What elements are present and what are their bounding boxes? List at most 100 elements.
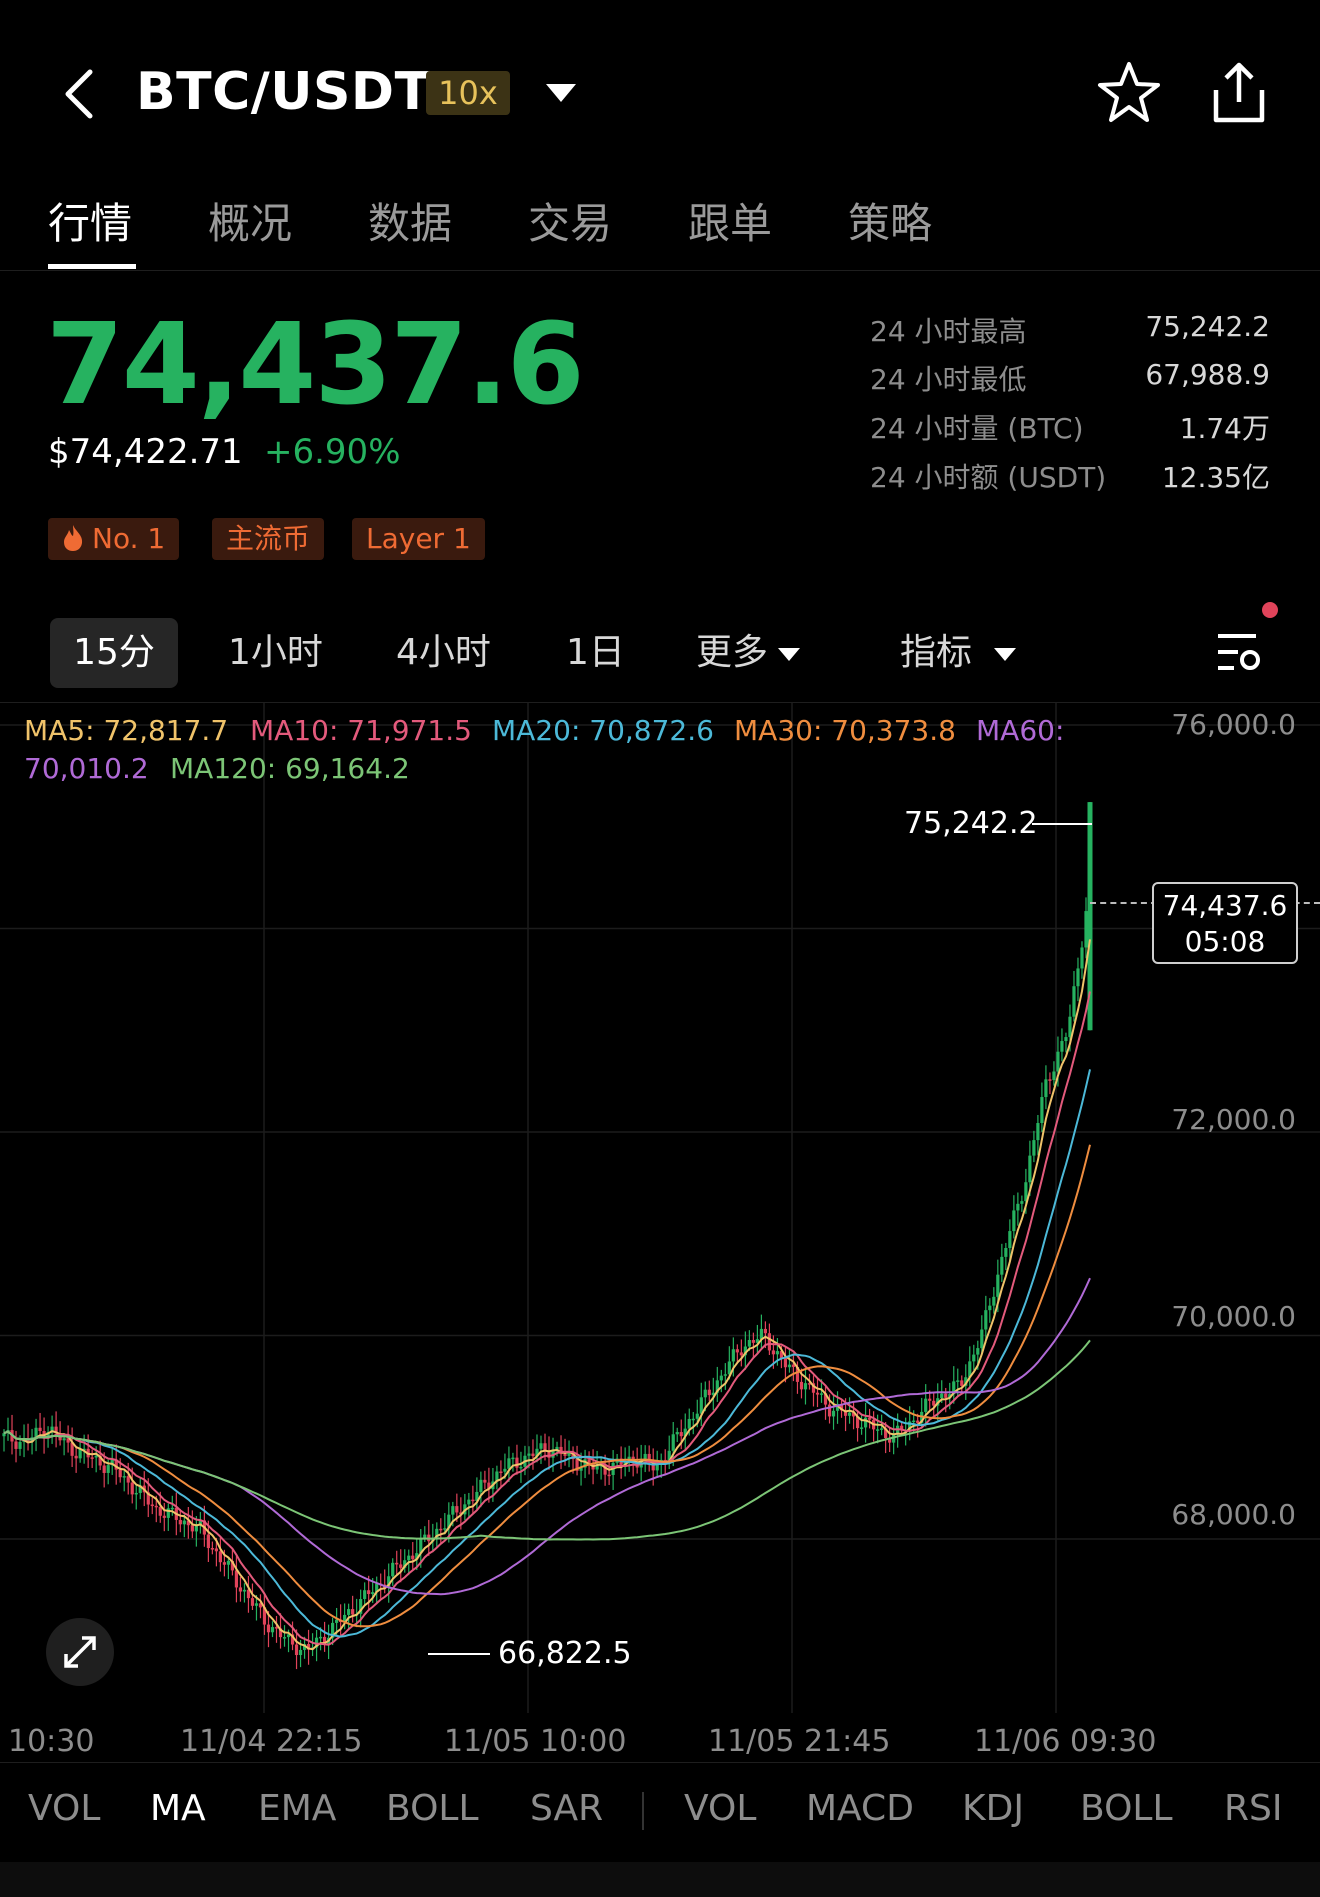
- candle-body: [467, 1499, 471, 1505]
- candle-body: [723, 1374, 727, 1376]
- indicator-main-vol[interactable]: VOL: [28, 1788, 100, 1829]
- main-tabs: 行情 概况 数据 交易 跟单 策略: [0, 190, 1320, 271]
- candle-body: [1060, 1041, 1064, 1052]
- back-button[interactable]: [58, 66, 98, 122]
- tab-market[interactable]: 行情: [48, 190, 132, 251]
- x-tick: 10:30: [8, 1724, 95, 1759]
- indicator-sub-rsi[interactable]: RSI: [1224, 1788, 1282, 1829]
- period-1h[interactable]: 1小时: [228, 618, 323, 688]
- candle-body: [863, 1417, 868, 1428]
- candle-body: [687, 1418, 691, 1429]
- candle-body: [471, 1499, 475, 1502]
- ma5-value: MA5: 72,817.7: [24, 714, 229, 747]
- candle-body: [455, 1506, 459, 1513]
- ma120-value: MA120: 69,164.2: [170, 752, 410, 785]
- candle-body: [443, 1528, 447, 1530]
- rank-badge[interactable]: No. 1: [48, 518, 180, 560]
- fullscreen-button[interactable]: [46, 1618, 114, 1686]
- candle-body: [972, 1354, 976, 1362]
- candle-body: [956, 1380, 960, 1382]
- ma20-value: MA20: 70,872.6: [492, 714, 714, 747]
- candle-body: [62, 1438, 66, 1441]
- candlestick-chart[interactable]: [0, 703, 1320, 1713]
- period-more-dropdown[interactable]: 更多: [696, 618, 801, 688]
- candle-body: [675, 1432, 679, 1435]
- chevron-left-icon: [65, 69, 93, 119]
- indicator-main-ma[interactable]: MA: [150, 1788, 206, 1829]
- tab-overview[interactable]: 概况: [208, 190, 292, 251]
- candle-body: [1048, 1079, 1052, 1081]
- period-1d[interactable]: 1日: [566, 618, 625, 688]
- tab-trade[interactable]: 交易: [528, 190, 612, 251]
- current-price-value: 74,437.6: [1162, 889, 1288, 922]
- tab-strategy[interactable]: 策略: [848, 190, 932, 251]
- candle-body: [803, 1383, 808, 1390]
- share-icon[interactable]: [1210, 60, 1268, 130]
- candle-body: [767, 1333, 772, 1351]
- indicator-label: 指标: [900, 632, 973, 673]
- indicator-main-sar[interactable]: SAR: [530, 1788, 603, 1829]
- period-4h[interactable]: 4小时: [396, 618, 491, 688]
- candle-body: [391, 1562, 395, 1577]
- usd-price: $74,422.71: [48, 432, 243, 472]
- candle-body: [695, 1413, 699, 1419]
- candle-body: [182, 1520, 186, 1525]
- candle-body: [1020, 1201, 1024, 1204]
- candle-body: [282, 1637, 287, 1639]
- candle-body: [976, 1348, 980, 1355]
- category-badge[interactable]: 主流币: [212, 518, 325, 560]
- candle-body: [507, 1458, 511, 1469]
- candle-body: [655, 1464, 659, 1471]
- tab-data[interactable]: 数据: [368, 190, 452, 251]
- candle-body: [439, 1528, 443, 1531]
- candle-body: [351, 1609, 355, 1615]
- high-marker-label: 75,242.2: [904, 806, 1038, 841]
- leverage-badge[interactable]: 10x: [426, 71, 510, 115]
- candle-body: [190, 1525, 194, 1532]
- candle-body: [519, 1466, 523, 1469]
- indicator-divider: [642, 1792, 644, 1830]
- candle-body: [771, 1350, 776, 1355]
- candle-body: [18, 1441, 22, 1449]
- candle-body: [1000, 1256, 1004, 1275]
- indicator-sub-boll[interactable]: BOLL: [1080, 1788, 1173, 1829]
- last-price: 74,437.6: [46, 300, 585, 430]
- indicator-main-ema[interactable]: EMA: [258, 1788, 336, 1829]
- candle-body: [1028, 1155, 1032, 1183]
- candle-body: [671, 1434, 675, 1451]
- candle-body: [134, 1492, 138, 1495]
- candle-body: [747, 1340, 751, 1347]
- candle-body: [399, 1564, 403, 1568]
- chart-settings-icon[interactable]: [1214, 630, 1264, 680]
- candle-body: [238, 1587, 243, 1592]
- layer-badge[interactable]: Layer 1: [352, 518, 485, 560]
- indicator-sub-vol[interactable]: VOL: [684, 1788, 756, 1829]
- candle-body: [226, 1560, 231, 1565]
- stat-value-volume: 1.74万: [1179, 412, 1270, 445]
- indicator-sub-kdj[interactable]: KDJ: [962, 1788, 1024, 1829]
- candle-body: [916, 1420, 920, 1423]
- indicator-main-boll[interactable]: BOLL: [386, 1788, 479, 1829]
- pair-title[interactable]: BTC/USDT: [136, 62, 431, 122]
- indicator-sub-macd[interactable]: MACD: [806, 1788, 914, 1829]
- candle-body: [158, 1506, 162, 1516]
- candle-body: [511, 1457, 515, 1460]
- tab-copy-trade[interactable]: 跟单: [688, 190, 772, 251]
- candle-body: [122, 1476, 126, 1478]
- stat-label-low: 24 小时最低: [870, 363, 1027, 396]
- candle-body: [254, 1603, 259, 1606]
- candle-body: [735, 1349, 739, 1353]
- pair-dropdown-icon[interactable]: [546, 84, 576, 108]
- candle-body: [363, 1590, 367, 1600]
- favorite-star-icon[interactable]: [1096, 60, 1162, 128]
- candle-body: [924, 1398, 928, 1412]
- indicator-dropdown[interactable]: 指标: [900, 618, 1017, 688]
- candle-body: [607, 1474, 611, 1477]
- bottom-tabs-border: [0, 1762, 1320, 1763]
- candle-body: [38, 1427, 42, 1432]
- period-15m[interactable]: 15分: [50, 618, 178, 688]
- candle-body: [763, 1328, 768, 1334]
- candle-body: [775, 1351, 780, 1355]
- ma20-line: [3, 1069, 1091, 1638]
- period-more-label: 更多: [696, 632, 769, 673]
